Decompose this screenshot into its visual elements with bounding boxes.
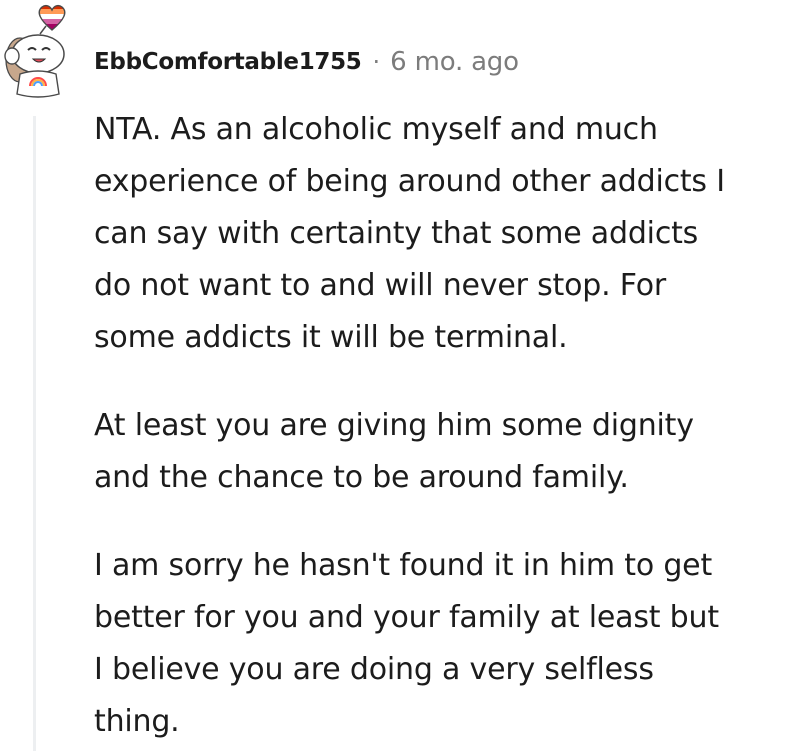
comment-author[interactable]: EbbComfortable1755 xyxy=(94,49,362,75)
comment-text-line: can say with certainty that some addicts xyxy=(94,216,699,251)
comment-header: EbbComfortable1755 · 6 mo. ago xyxy=(94,44,519,80)
comment-text-line: NTA. As an alcoholic myself and much xyxy=(94,112,658,147)
comment-text-line: and the chance to be around family. xyxy=(94,460,629,495)
comment-text-line: thing. xyxy=(94,704,180,739)
comment-text-line: experience of being around other addicts… xyxy=(94,164,725,199)
heart-flag-icon xyxy=(38,4,66,31)
comment-text-line: At least you are giving him some dignity xyxy=(94,408,694,443)
comment-paragraph: NTA. As an alcoholic myself and much exp… xyxy=(94,104,794,364)
comment-text-line: do not want to and will never stop. For xyxy=(94,268,667,303)
user-avatar[interactable] xyxy=(0,0,75,100)
comment-text-line: I am sorry he hasn't found it in him to … xyxy=(94,548,713,583)
comment-text-line: some addicts it will be terminal. xyxy=(94,320,568,355)
snoo-avatar-icon xyxy=(4,4,66,98)
comment-body: NTA. As an alcoholic myself and much exp… xyxy=(94,104,794,748)
comment-text-line: better for you and your family at least … xyxy=(94,600,719,635)
meta-separator: · xyxy=(372,48,381,76)
comment-paragraph: At least you are giving him some dignity… xyxy=(94,400,794,504)
comment-timestamp[interactable]: 6 mo. ago xyxy=(390,47,519,77)
comment-paragraph: I am sorry he hasn't found it in him to … xyxy=(94,540,794,748)
comment-text-line: I believe you are doing a very selfless xyxy=(94,652,654,687)
thread-collapse-line[interactable] xyxy=(33,116,36,751)
